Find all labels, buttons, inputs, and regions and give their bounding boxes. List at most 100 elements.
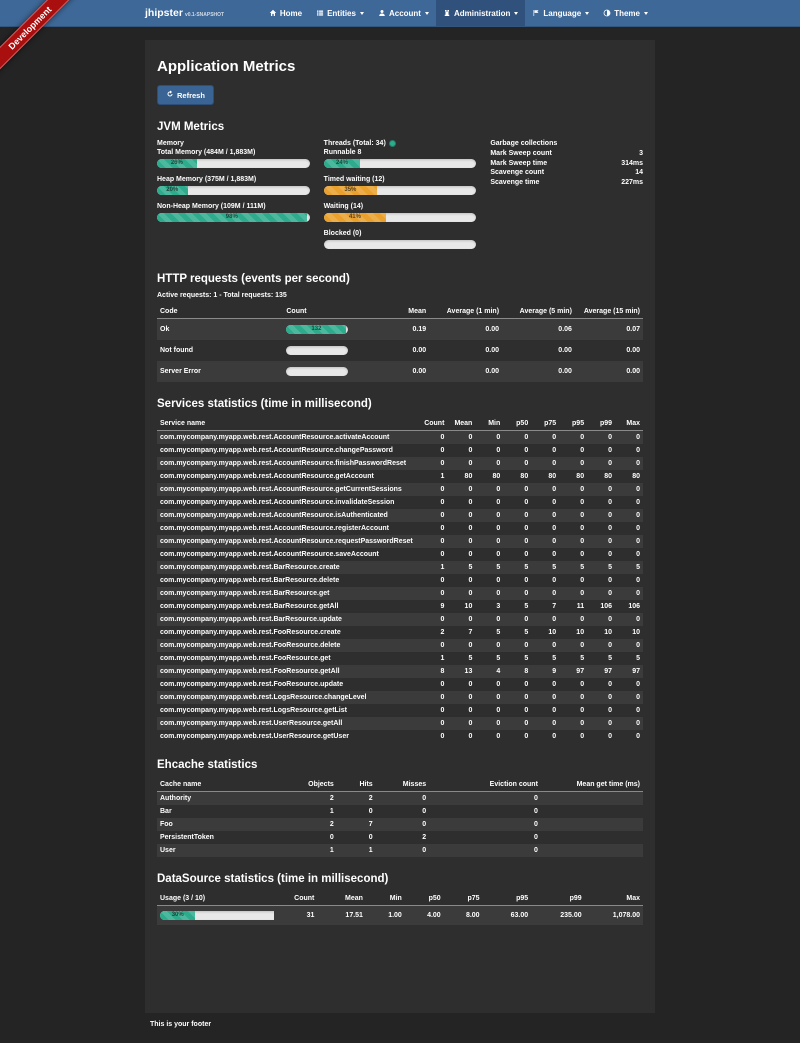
col-count: Count: [274, 892, 318, 906]
nav-item-entities[interactable]: Entities: [309, 0, 371, 26]
service-row: com.mycompany.myapp.web.rest.AccountReso…: [157, 509, 643, 522]
service-p99: 5: [587, 561, 615, 574]
nav-item-home[interactable]: Home: [262, 0, 309, 26]
service-max: 0: [615, 730, 643, 743]
nav-item-language[interactable]: Language: [525, 0, 596, 26]
service-p95: 0: [559, 522, 587, 535]
service-p95: 0: [559, 496, 587, 509]
cache-mean-get-time: [541, 831, 643, 844]
service-min: 0: [475, 730, 503, 743]
service-row: com.mycompany.myapp.web.rest.BarResource…: [157, 574, 643, 587]
cache-evictions: 0: [429, 844, 541, 857]
service-p99: 0: [587, 691, 615, 704]
cache-objects: 1: [293, 844, 337, 857]
service-p50: 8: [503, 665, 531, 678]
service-p99: 0: [587, 639, 615, 652]
cache-hits: 2: [337, 792, 376, 806]
list-icon: [316, 9, 324, 17]
service-name: com.mycompany.myapp.web.rest.FooResource…: [157, 678, 419, 691]
progress-bar: 20%: [157, 186, 310, 195]
refresh-label: Refresh: [177, 91, 205, 100]
service-p75: 9: [531, 665, 559, 678]
service-mean: 0: [447, 587, 475, 600]
home-icon: [269, 9, 277, 17]
service-p50: 5: [503, 652, 531, 665]
cache-hits: 7: [337, 818, 376, 831]
col-mean: Mean: [447, 417, 475, 431]
service-p99: 0: [587, 444, 615, 457]
service-p95: 0: [559, 535, 587, 548]
gc-label: Mark Sweep time: [490, 159, 547, 169]
service-name: com.mycompany.myapp.web.rest.UserResourc…: [157, 730, 419, 743]
service-p99: 0: [587, 548, 615, 561]
ds-p50: 4.00: [405, 906, 444, 926]
col-avg1: Average (1 min): [429, 305, 502, 319]
datasource-header-row: Usage (3 / 10) Count Mean Min p50 p75 p9…: [157, 892, 643, 906]
service-min: 0: [475, 496, 503, 509]
service-row: com.mycompany.myapp.web.rest.AccountReso…: [157, 470, 643, 483]
col-p50: p50: [503, 417, 531, 431]
service-p99: 0: [587, 717, 615, 730]
nav-item-theme[interactable]: Theme: [596, 0, 655, 26]
cache-hits: 0: [337, 831, 376, 844]
service-mean: 10: [447, 600, 475, 613]
service-name: com.mycompany.myapp.web.rest.FooResource…: [157, 652, 419, 665]
service-row: com.mycompany.myapp.web.rest.AccountReso…: [157, 431, 643, 445]
nav-item-label: Language: [543, 9, 581, 18]
service-name: com.mycompany.myapp.web.rest.BarResource…: [157, 587, 419, 600]
col-max: Max: [615, 417, 643, 431]
progress-bar: [324, 240, 477, 249]
http-mean: 0.00: [366, 340, 429, 361]
service-row: com.mycompany.myapp.web.rest.AccountReso…: [157, 444, 643, 457]
service-min: 0: [475, 704, 503, 717]
service-min: 0: [475, 535, 503, 548]
col-count: Count: [419, 417, 447, 431]
service-p50: 0: [503, 483, 531, 496]
service-name: com.mycompany.myapp.web.rest.AccountReso…: [157, 457, 419, 470]
service-count: 0: [419, 639, 447, 652]
progress-value: 24%: [324, 159, 361, 168]
service-p99: 0: [587, 457, 615, 470]
http-header-row: Code Count Mean Average (1 min) Average …: [157, 305, 643, 319]
service-mean: 0: [447, 535, 475, 548]
service-max: 0: [615, 587, 643, 600]
thread-dump-icon[interactable]: [389, 140, 396, 147]
cache-name: Authority: [157, 792, 293, 806]
service-p99: 0: [587, 730, 615, 743]
service-p95: 0: [559, 457, 587, 470]
thread-bar-item: Timed waiting (12) 35%: [324, 176, 477, 195]
http-count-cell: [283, 361, 366, 382]
refresh-button[interactable]: Refresh: [157, 85, 214, 105]
http-row: Server Error 0.00 0.00 0.00 0.00: [157, 361, 643, 382]
service-p99: 80: [587, 470, 615, 483]
usage-bar: 30%: [160, 911, 274, 920]
progress-fill: 41%: [324, 213, 387, 222]
col-p95: p95: [559, 417, 587, 431]
services-table-body: com.mycompany.myapp.web.rest.AccountReso…: [157, 431, 643, 744]
service-name: com.mycompany.myapp.web.rest.BarResource…: [157, 561, 419, 574]
service-max: 80: [615, 470, 643, 483]
http-avg15: 0.00: [575, 361, 643, 382]
http-avg1: 0.00: [429, 319, 502, 341]
service-row: com.mycompany.myapp.web.rest.AccountReso…: [157, 483, 643, 496]
progress-bar: 24%: [324, 159, 477, 168]
ds-mean: 17.51: [317, 906, 366, 926]
service-row: com.mycompany.myapp.web.rest.BarResource…: [157, 600, 643, 613]
service-row: com.mycompany.myapp.web.rest.AccountReso…: [157, 457, 643, 470]
http-avg15: 0.07: [575, 319, 643, 341]
service-mean: 0: [447, 730, 475, 743]
datasource-row: 30% 31 17.51 1.00 4.00 8.00 63.00 235.00…: [157, 906, 643, 926]
brand[interactable]: jhipster v0.1-SNAPSHOT: [145, 7, 224, 19]
service-min: 4: [475, 665, 503, 678]
count-bar-fill: 132: [286, 325, 346, 334]
chevron-down-icon: [585, 12, 589, 15]
service-p50: 5: [503, 561, 531, 574]
thread-bar-item: Runnable 8 24%: [324, 149, 477, 168]
service-min: 5: [475, 626, 503, 639]
nav-item-account[interactable]: Account: [371, 0, 436, 26]
nav-item-administration[interactable]: Administration: [436, 0, 525, 26]
http-requests-title: HTTP requests (events per second): [157, 273, 643, 285]
service-p95: 0: [559, 444, 587, 457]
service-row: com.mycompany.myapp.web.rest.UserResourc…: [157, 717, 643, 730]
service-p75: 80: [531, 470, 559, 483]
